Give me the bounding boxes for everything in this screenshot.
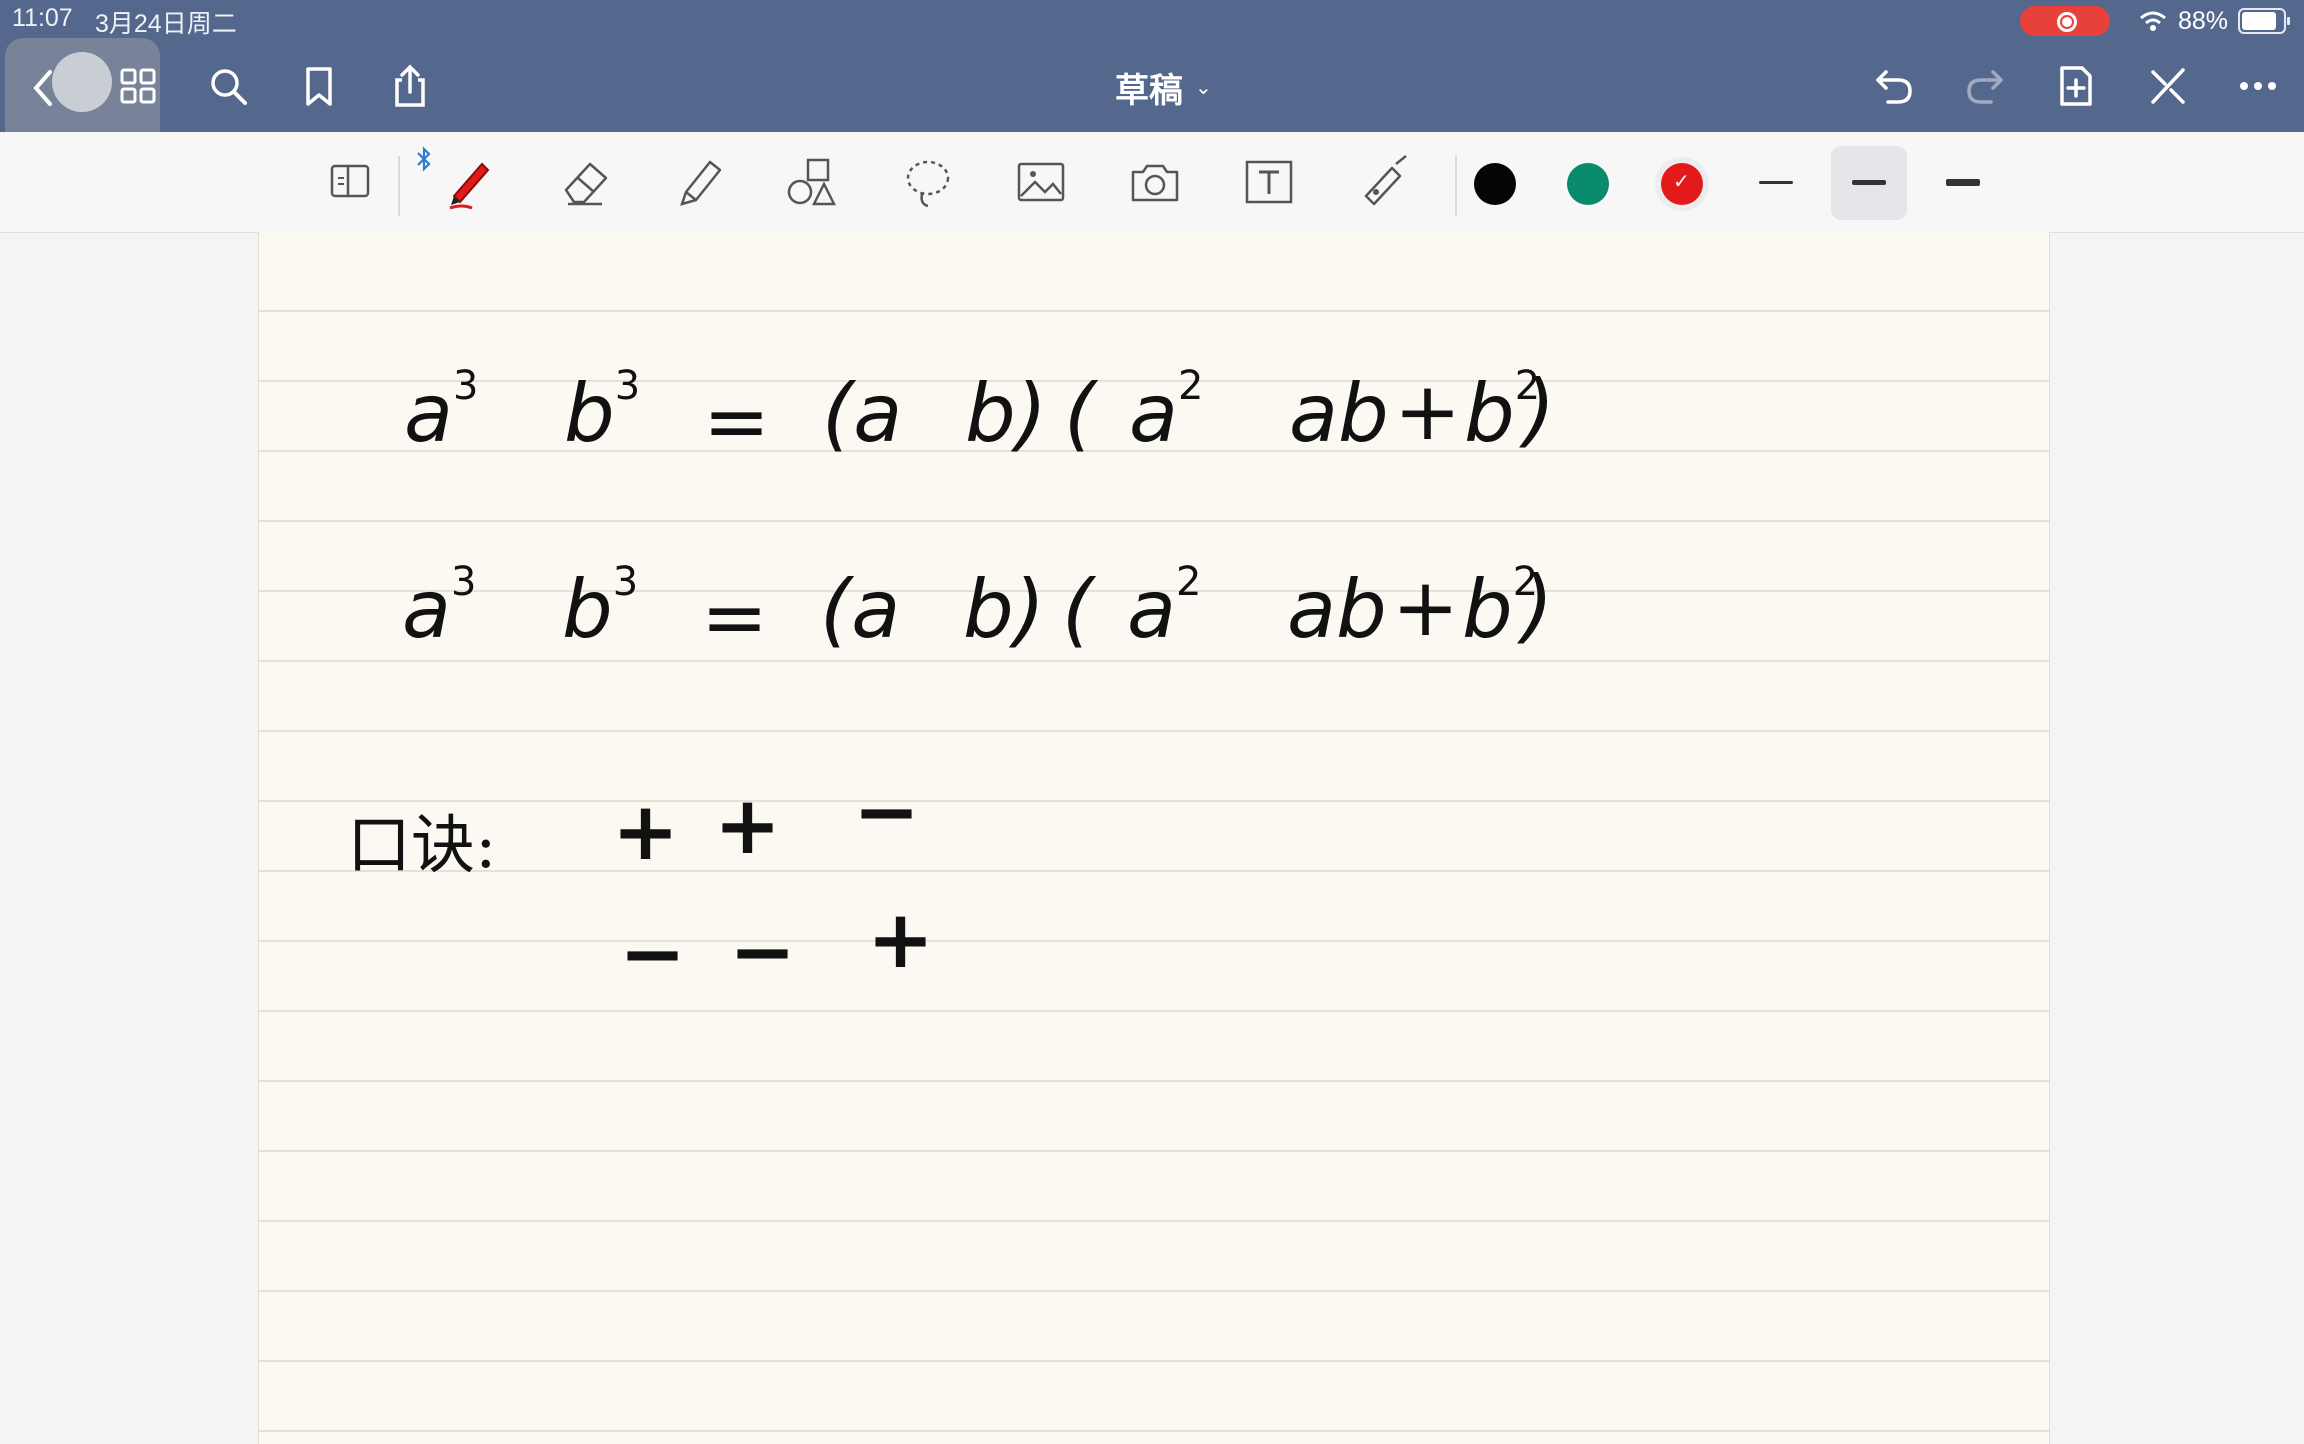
redo-icon [1967,70,2003,104]
term: ) [1522,559,1554,652]
undo-button[interactable] [1866,58,1922,114]
eraser-tool[interactable] [556,152,616,212]
bookmark-icon [306,67,332,106]
toolbar-divider [398,156,400,216]
term: ) [1524,363,1556,456]
term: (a [820,563,901,656]
plus-sign: + [1394,365,1462,458]
note-page[interactable]: a3 b3 = (a b) ( a2 ab + b2 ) a3 b3 = (a … [258,232,2050,1444]
term: (a [822,367,903,460]
term: a3 [404,363,479,460]
close-toolbar-button[interactable] [2139,58,2195,114]
camera-tool[interactable] [1125,152,1185,212]
stroke-thin-button[interactable] [1738,146,1814,220]
image-icon [1017,162,1065,202]
share-button[interactable] [382,58,438,114]
pen-close-icon [2151,68,2185,104]
status-date: 3月24日周二 [95,10,237,38]
sign: + [714,779,782,872]
page-read-icon [330,164,370,198]
sign: − [729,905,797,998]
term: ( [1064,367,1096,460]
undo-icon [1876,70,1912,104]
search-icon [211,69,247,105]
sign: + [867,893,935,986]
status-time: 11:07 [12,4,73,32]
bluetooth-icon [417,146,431,172]
pen-tool[interactable] [440,152,500,212]
battery-icon [2238,8,2290,34]
sign: − [619,907,687,1000]
navigation-bar: 11:07 3月24日周二 88% 草稿 ⌄ [0,0,2304,160]
color-swatch-red-selected[interactable] [1661,163,1703,205]
back-touch-indicator [52,52,112,112]
highlighter-icon [680,160,722,206]
share-icon [395,64,425,107]
plus-sign: + [1392,561,1460,654]
lasso-icon [906,160,950,208]
term: ( [1062,563,1094,656]
status-indicators: 88% [2019,5,2290,37]
term: b3 [564,363,641,460]
term: a3 [402,559,477,656]
laser-pointer-icon [1364,155,1407,206]
add-page-button[interactable] [2048,58,2104,114]
wifi-icon [2139,11,2166,31]
sign: + [612,785,680,878]
term: b) [965,367,1047,460]
equals-sign: = [701,571,769,664]
chevron-left-icon[interactable] [30,68,54,108]
search-button[interactable] [200,58,256,114]
equals-sign: = [703,375,771,468]
lasso-tool[interactable] [898,152,958,212]
eraser-icon [564,162,608,206]
text-tool[interactable] [1239,152,1299,212]
text-box-icon [1245,160,1293,204]
image-tool[interactable] [1011,152,1071,212]
toolbar-divider [1455,156,1457,216]
stroke-medium-button[interactable] [1831,146,1907,220]
camera-icon [1131,164,1179,202]
term: b3 [562,559,639,656]
shape-tool[interactable] [782,152,842,212]
add-page-icon [2060,66,2092,106]
more-button[interactable] [2230,58,2286,114]
shapes-icon [787,158,837,206]
term: a2 [1127,559,1202,656]
grid-icon [120,68,156,104]
sign: − [853,765,921,858]
term: a2 [1129,363,1204,460]
highlighter-tool[interactable] [670,152,730,212]
chevron-down-icon: ⌄ [1195,77,1212,99]
bookmark-button[interactable] [291,58,347,114]
screen-recording-icon[interactable] [2019,6,2110,36]
redo-button[interactable] [1957,58,2013,114]
laser-pointer-tool[interactable] [1354,152,1414,212]
read-mode-tool[interactable] [320,152,380,212]
document-title: 草稿 [1115,72,1183,110]
grid-view-button[interactable] [110,58,166,114]
pen-icon [449,162,490,210]
color-swatch-green[interactable] [1567,163,1609,205]
stroke-thick-button[interactable] [1925,146,2001,220]
more-icon [2240,82,2276,90]
term: b) [963,563,1045,656]
document-title-menu[interactable]: 草稿 ⌄ [1115,63,1212,112]
battery-percent: 88% [2177,6,2228,35]
term: ab [1289,367,1389,460]
color-swatch-black[interactable] [1474,163,1516,205]
term: ab [1287,563,1387,656]
mnemonic-label: 口诀: [347,809,497,883]
